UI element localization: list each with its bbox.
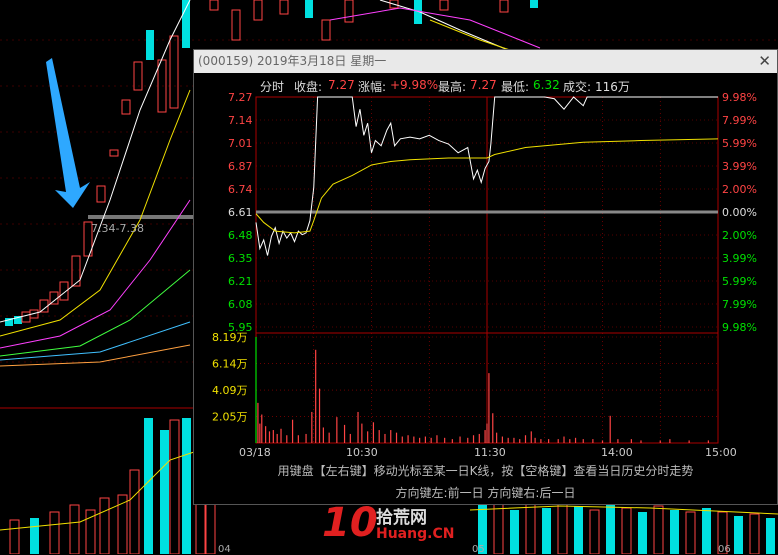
volume-tick: 2.05万	[212, 410, 248, 423]
intraday-chart[interactable]: 7.27 9.98% 7.14 7.99% 7.01 5.99% 6.87 3.99% 6.74…	[194, 50, 777, 504]
watermark-number: 10	[322, 500, 378, 546]
range-label: 7.34-7.38	[91, 222, 144, 235]
pct-tick: 3.99%	[722, 252, 757, 265]
kline-volume-bar	[621, 507, 632, 554]
kline-candle	[109, 149, 119, 157]
kline-volume-bar	[606, 500, 615, 554]
kline-volume-bar	[117, 494, 128, 554]
kline-candle	[96, 185, 106, 203]
moving-average-line	[0, 89, 191, 337]
price-tick: 7.14	[228, 114, 253, 127]
watermark-domain: Huang.CN	[376, 526, 455, 542]
volume-tick: 8.19万	[212, 331, 248, 344]
kline-volume-bar	[749, 513, 760, 554]
date-tick: 05	[472, 544, 485, 555]
kline-volume-bar	[685, 511, 696, 554]
kline-candle	[530, 0, 538, 8]
kline-volume-bar	[653, 505, 664, 554]
hint-line-1: 用键盘【左右键】移动光标至某一日K线，按【空格键】查看当日历史分时走势	[277, 464, 694, 478]
kline-candle	[344, 0, 354, 23]
date-tick: 04	[218, 544, 231, 555]
price-tick: 6.08	[228, 298, 253, 311]
kline-volume-bar	[99, 497, 110, 554]
kline-volume-bar	[9, 519, 20, 554]
price-tick: 7.01	[228, 137, 253, 150]
x-tick: 03/18	[239, 446, 271, 459]
kline-candle	[146, 30, 154, 60]
kline-volume-bar	[574, 506, 583, 554]
kline-volume-bar	[30, 518, 39, 554]
kline-candle	[253, 0, 263, 21]
price-tick: 6.74	[228, 183, 253, 196]
kline-volume-bar	[493, 497, 504, 554]
date-tick: 06	[718, 544, 731, 555]
kline-volume-bar	[182, 418, 191, 554]
x-tick: 15:00	[705, 446, 737, 459]
pct-tick: 5.99%	[722, 137, 757, 150]
pct-tick: 7.99%	[722, 114, 757, 127]
price-tick: 6.61	[228, 206, 253, 219]
pct-tick: 7.99%	[722, 298, 757, 311]
kline-volume-bar	[144, 418, 153, 554]
price-tick: 6.48	[228, 229, 253, 242]
kline-volume-bar	[557, 499, 568, 554]
kline-volume-bar	[702, 508, 711, 554]
hint-line-2: 方向键左:前一日 方向键右:后一日	[395, 486, 576, 500]
kline-volume-bar	[589, 509, 600, 554]
pct-tick: 2.00%	[722, 229, 757, 242]
kline-volume-bar	[69, 504, 80, 554]
kline-volume-bar	[510, 510, 519, 554]
moving-average-line	[0, 0, 191, 323]
kline-volume-bar	[205, 499, 216, 554]
kline-volume-bar	[49, 511, 60, 554]
price-tick: 6.21	[228, 275, 253, 288]
kline-volume-bar	[766, 518, 775, 554]
moving-average-line	[0, 321, 191, 361]
kline-volume-bar	[129, 469, 140, 554]
kline-candle	[321, 19, 331, 41]
moving-average-line	[329, 7, 541, 49]
pct-tick: 9.98%	[722, 91, 757, 104]
pct-tick: 0.00%	[722, 206, 757, 219]
kline-volume-bar	[85, 509, 96, 554]
x-tick: 14:00	[601, 446, 633, 459]
kline-candle	[499, 0, 509, 13]
kline-volume-bar	[160, 430, 169, 554]
intraday-popup: (000159) 2019年3月18日 星期一 ✕ 分时 收盘: 7.27 涨幅…	[193, 49, 778, 505]
kline-volume-bar	[734, 516, 743, 554]
kline-volume-bar	[542, 508, 551, 554]
kline-candle	[305, 0, 313, 18]
watermark-logo: 10 拾荒网 Huang.CN	[322, 500, 455, 550]
kline-volume-bar	[525, 501, 536, 554]
price-tick: 6.35	[228, 252, 253, 265]
kline-volume-bar	[638, 512, 647, 554]
price-tick: 7.27	[228, 91, 253, 104]
x-tick: 10:30	[346, 446, 378, 459]
kline-candle	[121, 99, 131, 115]
pct-tick: 9.98%	[722, 321, 757, 334]
kline-volume-bar	[169, 419, 180, 554]
moving-average-line	[0, 344, 191, 367]
volume-tick: 4.09万	[212, 384, 248, 397]
kline-candle	[279, 0, 289, 15]
price-tick: 6.87	[228, 160, 253, 173]
pct-tick: 5.99%	[722, 275, 757, 288]
volume-tick: 6.14万	[212, 358, 248, 371]
kline-candle	[209, 0, 219, 11]
watermark-text: 拾荒网	[376, 508, 427, 528]
kline-candle	[231, 9, 241, 41]
kline-candle	[439, 0, 449, 11]
pct-tick: 3.99%	[722, 160, 757, 173]
selection-arrow-icon	[46, 58, 90, 208]
kline-candle	[169, 35, 179, 109]
x-tick: 11:30	[474, 446, 506, 459]
moving-average-line	[0, 269, 191, 357]
kline-volume-bar	[670, 510, 679, 554]
pct-tick: 2.00%	[722, 183, 757, 196]
kline-candle	[21, 311, 31, 323]
